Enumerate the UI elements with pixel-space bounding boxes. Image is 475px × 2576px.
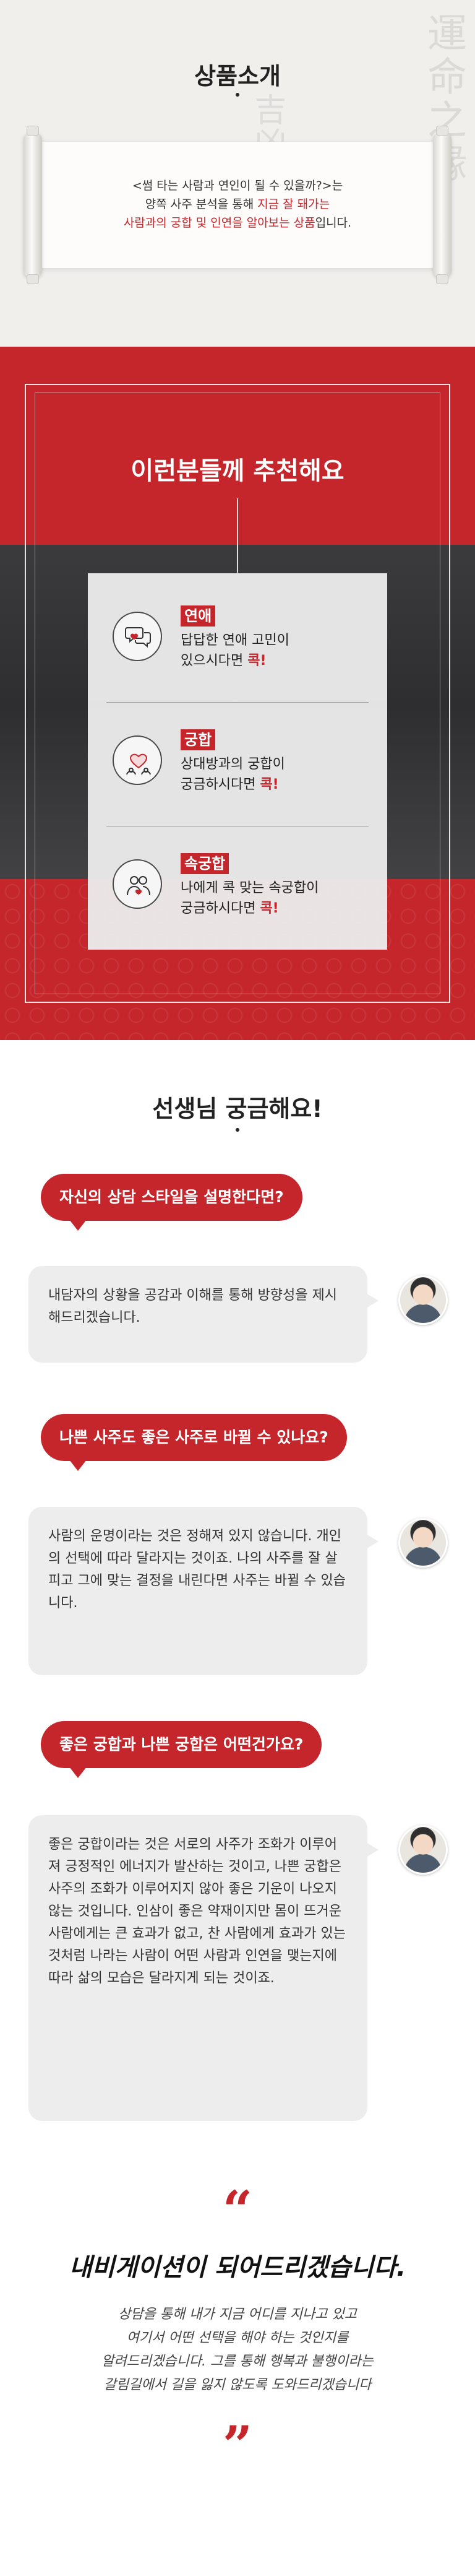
recommend-label-romance: 연애 — [181, 605, 216, 627]
couple-heart-icon — [113, 735, 162, 785]
recommend-desc-romance: 답답한 연애 고민이 있으시다면 콕! — [181, 630, 366, 671]
divider — [106, 702, 369, 703]
recommend-connector-line — [237, 498, 238, 573]
scroll-banner: <썸 타는 사람과 연인이 될 수 있을까?>는 양쪽 사주 분석을 통해 지금… — [24, 126, 451, 284]
recommend-item-compatibility: 궁합 상대방과의 궁합이 궁금하시다면 콕! — [88, 703, 387, 821]
desc-highlight: 콕! — [247, 653, 267, 669]
recommend-desc-intimacy: 나에게 콕 맞는 속궁합이 궁금하시다면 콕! — [181, 878, 366, 919]
scroll-rod-right — [433, 126, 451, 284]
teacher-avatar — [398, 1518, 448, 1568]
couple-people-icon — [113, 859, 162, 909]
question-bubble-3: 좋은 궁합과 나쁜 궁합은 어떤건가요? — [41, 1721, 322, 1778]
teacher-avatar — [398, 1825, 448, 1875]
intro-title: 상품소개 — [194, 63, 281, 90]
intro-line-3-suffix: 입니다. — [315, 216, 352, 230]
closing-line-4: 갈림길에서 길을 잃지 않도록 도와드리겠습니다 — [103, 2377, 372, 2393]
closing-line-1: 상담을 통해 내가 지금 어디를 지나고 있고 — [118, 2307, 357, 2322]
recommend-item-intimacy: 속궁합 나에게 콕 맞는 속궁합이 궁금하시다면 콕! — [88, 827, 387, 945]
intro-line-2-highlight: 지금 잘 돼가는 — [257, 197, 330, 211]
question-bubble-1: 자신의 상담 스타일을 설명한다면? — [41, 1174, 302, 1231]
closing-title: 내비게이션이 되어드리겠습니다. — [69, 2253, 406, 2282]
answer-bubble-2: 사람의 운명이라는 것은 정해져 있지 않습니다. 개인의 선택에 따라 달라지… — [28, 1507, 379, 1675]
intro-line-2-prefix: 양쪽 사주 분석을 통해 — [145, 197, 258, 211]
intro-line-1: <썸 타는 사람과 연인이 될 수 있을까?>는 — [132, 179, 343, 193]
desc-highlight: 콕! — [260, 777, 279, 792]
recommend-label-intimacy: 속궁합 — [181, 853, 229, 874]
open-quote-icon: “ — [222, 2179, 253, 2240]
title-dot — [236, 93, 239, 97]
recommend-card: 연애 답답한 연애 고민이 있으시다면 콕! 궁합 상대방과의 궁합이 궁금하시… — [88, 573, 387, 950]
title-dot — [236, 1128, 239, 1132]
answer-bubble-1: 내담자의 상황을 공감과 이해를 통해 방향성을 제시해드리겠습니다. — [28, 1266, 379, 1363]
recommend-label-compatibility: 궁합 — [181, 729, 216, 750]
intro-section: 運命之緣 吉凶 상품소개 <썸 타는 사람과 연인이 될 수 있을까?>는 양쪽… — [0, 0, 475, 347]
closing-line-3: 알려드리겠습니다. 그를 통해 행복과 불행이라는 — [101, 2354, 374, 2369]
recommend-desc-compatibility: 상대방과의 궁합이 궁금하시다면 콕! — [181, 754, 366, 795]
desc-line-2: 궁금하시다면 — [181, 777, 260, 792]
desc-highlight: 콕! — [260, 901, 279, 916]
desc-line-1: 상대방과의 궁합이 — [181, 757, 285, 772]
answer-bubble-3: 좋은 궁합이라는 것은 서로의 사주가 조화가 이루어져 긍정적인 에너지가 발… — [28, 1815, 379, 2121]
desc-line-1: 답답한 연애 고민이 — [181, 633, 289, 648]
recommend-item-romance: 연애 답답한 연애 고민이 있으시다면 콕! — [88, 579, 387, 697]
closing-text: 상담을 통해 내가 지금 어디를 지나고 있고 여기서 어떤 선택을 해야 하는… — [0, 2303, 475, 2397]
recommend-section: 이런분들께 추천해요 연애 답답한 연애 고민이 있으시다면 콕! 궁합 상대방… — [0, 347, 475, 1040]
intro-line-3-highlight: 사람과의 궁합 및 인연을 알아보는 상품 — [123, 216, 315, 230]
chat-hearts-icon — [113, 612, 162, 661]
closing-line-2: 여기서 어떤 선택을 해야 하는 것인지를 — [126, 2330, 349, 2346]
qa-title: 선생님 궁금해요! — [152, 1095, 323, 1122]
scroll-paper: <썸 타는 사람과 연인이 될 수 있을까?>는 양쪽 사주 분석을 통해 지금… — [37, 142, 438, 268]
intro-description: <썸 타는 사람과 연인이 될 수 있을까?>는 양쪽 사주 분석을 통해 지금… — [37, 176, 438, 232]
close-quote-icon: ” — [222, 2414, 253, 2476]
desc-line-2: 있으시다면 — [181, 653, 248, 669]
question-bubble-2: 나쁜 사주도 좋은 사주로 바뀔 수 있나요? — [41, 1414, 347, 1471]
page: 運命之緣 吉凶 상품소개 <썸 타는 사람과 연인이 될 수 있을까?>는 양쪽… — [0, 0, 475, 2576]
teacher-avatar — [398, 1275, 448, 1325]
closing-section: “ 내비게이션이 되어드리겠습니다. 상담을 통해 내가 지금 어디를 지나고 … — [0, 2154, 475, 2576]
desc-line-1: 나에게 콕 맞는 속궁합이 — [181, 880, 319, 896]
desc-line-2: 궁금하시다면 — [181, 901, 260, 916]
recommend-title: 이런분들께 추천해요 — [131, 457, 344, 485]
scroll-rod-left — [24, 126, 42, 284]
